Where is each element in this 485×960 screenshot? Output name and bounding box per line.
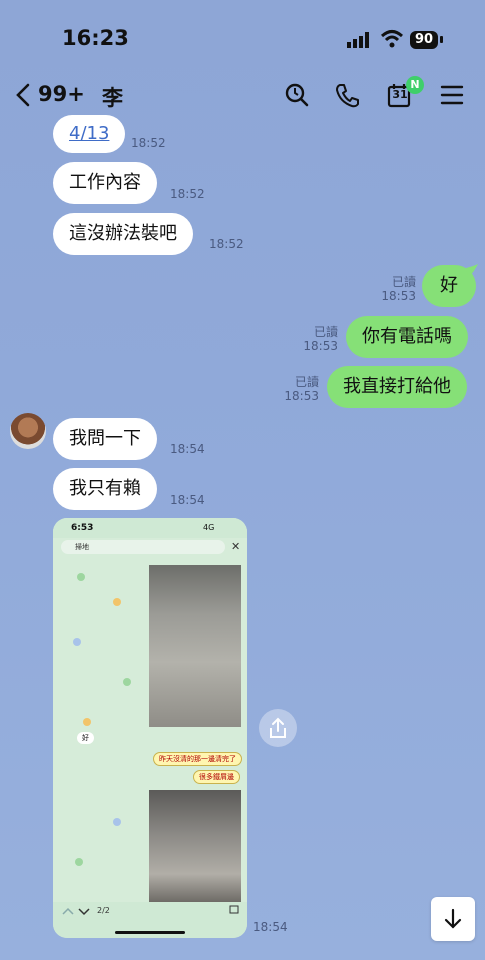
message-time: 18:54 <box>253 920 288 934</box>
calendar-day: 31 <box>392 88 408 101</box>
inner-photo <box>149 790 241 902</box>
calendar-icon <box>229 905 239 914</box>
message-time: 18:52 <box>170 187 205 201</box>
menu-icon[interactable] <box>440 82 464 108</box>
battery-cap <box>440 36 443 43</box>
message-bubble-received[interactable]: 我問一下 <box>53 418 157 460</box>
wallpaper-dot <box>83 718 91 726</box>
close-icon: ✕ <box>231 540 241 553</box>
status-bar: 16:23 90 <box>0 0 485 70</box>
scroll-down-button[interactable] <box>431 897 475 941</box>
message-time: 18:52 <box>209 237 244 251</box>
read-receipt: 已讀 <box>313 325 338 339</box>
inner-bubble: 昨天沒清的那一邊清完了 <box>153 752 242 766</box>
message-bubble-sent[interactable]: 你有電話嗎 <box>346 316 468 358</box>
message-time: 18:54 <box>170 442 205 456</box>
inner-network: 4G <box>203 523 215 532</box>
battery-level: 90 <box>410 31 439 49</box>
wallpaper-dot <box>113 598 121 606</box>
wallpaper-dot <box>73 638 81 646</box>
chevron-up-down-icon <box>62 907 90 916</box>
wallpaper-dot <box>123 678 131 686</box>
signal-icon <box>347 32 369 48</box>
phone-icon[interactable] <box>334 82 360 108</box>
arrow-down-icon <box>444 908 462 929</box>
message-bubble-sent[interactable]: 我直接打給他 <box>327 366 467 408</box>
read-receipt: 已讀 <box>294 375 319 389</box>
inner-photo <box>149 565 241 727</box>
unread-count[interactable]: 99+ <box>38 82 85 106</box>
message-time: 18:53 <box>381 289 416 303</box>
avatar[interactable] <box>10 413 46 449</box>
contact-name[interactable]: 李 <box>102 82 123 112</box>
inner-search-field: 掃地 <box>61 540 225 554</box>
wallpaper-dot <box>75 858 83 866</box>
inner-page-indicator: 2/2 <box>97 906 110 915</box>
share-icon <box>270 717 286 738</box>
chevron-left-icon[interactable] <box>14 82 32 108</box>
read-receipt: 已讀 <box>391 275 416 289</box>
inner-bubble: 很多鐵屑邊 <box>193 770 240 784</box>
message-bubble-received[interactable]: 工作內容 <box>53 162 157 204</box>
wallpaper-dot <box>113 818 121 826</box>
message-time: 18:52 <box>131 136 166 150</box>
message-time: 18:54 <box>170 493 205 507</box>
share-button[interactable] <box>259 709 297 747</box>
wifi-icon <box>380 30 404 48</box>
bubble-tail <box>466 264 478 278</box>
image-message[interactable]: 6:53 4G 掃地 ✕ 好 昨天沒清的那一邊清完了 很多鐵屑邊 2/2 <box>53 518 247 938</box>
message-time: 18:53 <box>284 389 319 403</box>
date-link[interactable]: 4/13 <box>69 123 109 144</box>
message-bubble-received[interactable]: 這沒辦法裝吧 <box>53 213 193 255</box>
status-time: 16:23 <box>62 26 129 50</box>
wallpaper-dot <box>77 573 85 581</box>
message-bubble-received[interactable]: 我只有賴 <box>53 468 157 510</box>
chat-header: 99+ 李 31 N <box>0 72 485 120</box>
search-icon[interactable] <box>284 82 310 108</box>
message-bubble-received[interactable]: 4/13 <box>53 115 126 153</box>
message-time: 18:53 <box>303 339 338 353</box>
inner-time: 6:53 <box>71 523 94 533</box>
inner-reply: 好 <box>77 732 94 744</box>
inner-home-indicator <box>115 931 185 934</box>
calendar-badge: N <box>406 76 424 94</box>
